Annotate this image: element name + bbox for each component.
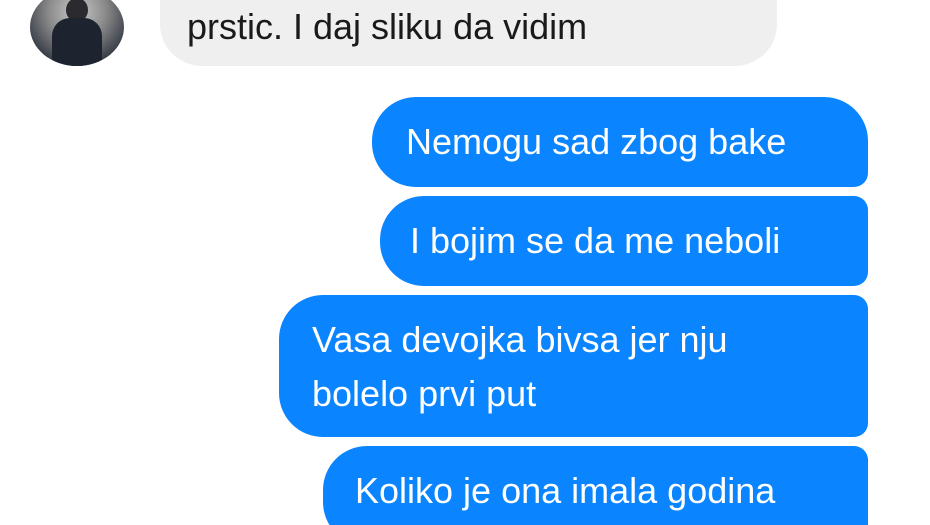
outgoing-message-text-3-line-2: bolelo prvi put bbox=[312, 373, 537, 414]
outgoing-message-bubble-2[interactable]: I bojim se da me neboli bbox=[380, 196, 868, 286]
outgoing-message-bubble-1[interactable]: Nemogu sad zbog bake bbox=[372, 97, 868, 187]
outgoing-message-text-4: Koliko je ona imala godina bbox=[355, 470, 776, 511]
outgoing-message-text-2: I bojim se da me neboli bbox=[410, 220, 781, 261]
incoming-message-bubble[interactable]: prstic. I daj sliku da vidim bbox=[160, 0, 777, 66]
outgoing-message-bubble-3[interactable]: Vasa devojka bivsa jer nju bolelo prvi p… bbox=[279, 295, 868, 437]
outgoing-message-text-1: Nemogu sad zbog bake bbox=[406, 121, 787, 162]
avatar-torso-shape bbox=[52, 18, 102, 66]
incoming-message-text: prstic. I daj sliku da vidim bbox=[187, 6, 588, 47]
outgoing-message-text-3-line-1: Vasa devojka bivsa jer nju bbox=[312, 319, 728, 360]
outgoing-message-bubble-4[interactable]: Koliko je ona imala godina bbox=[323, 446, 868, 525]
contact-avatar[interactable] bbox=[30, 0, 124, 66]
